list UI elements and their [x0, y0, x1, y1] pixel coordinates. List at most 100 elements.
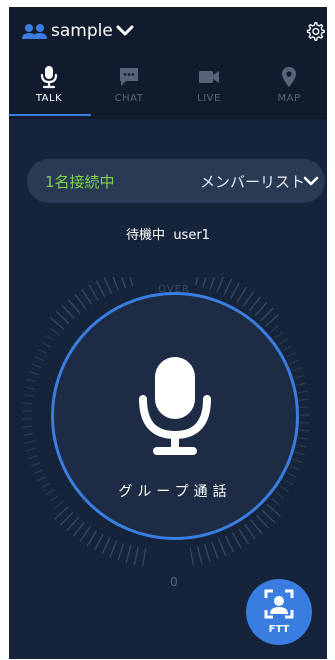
dial-tick	[26, 447, 37, 452]
ftt-button[interactable]: FTT	[246, 579, 312, 645]
chevron-down-icon[interactable]	[303, 175, 319, 188]
tab-map[interactable]: MAP	[249, 57, 327, 119]
dial-tick	[216, 277, 224, 293]
dial-tick	[286, 352, 296, 358]
tab-talk[interactable]: TALK	[9, 57, 91, 119]
dial-tick	[286, 472, 297, 478]
dial-tick	[45, 488, 55, 496]
dial-tick	[22, 425, 33, 428]
dial-tick	[296, 444, 307, 448]
video-camera-icon	[199, 71, 219, 83]
status-state: 待機中	[126, 228, 166, 243]
dial-tick	[238, 528, 249, 545]
dial-tick	[202, 277, 207, 288]
dial-tick	[225, 535, 235, 553]
tab-chat-label: CHAT	[114, 93, 144, 104]
dial-tick	[294, 451, 305, 456]
dial-tick	[248, 296, 261, 312]
dial-tick	[38, 348, 48, 355]
dial-tick	[95, 280, 106, 298]
dial-tick	[112, 277, 119, 291]
tab-talk-label: TALK	[35, 93, 63, 104]
dial-tick	[66, 517, 79, 532]
dial-tick	[26, 378, 37, 383]
microphone-icon	[139, 357, 211, 455]
dial-tick	[31, 363, 42, 369]
dial-tick	[299, 406, 310, 409]
dial-tick	[298, 436, 309, 440]
dial-zero-label: 0	[170, 575, 178, 589]
dial-tick	[282, 345, 292, 352]
dial-tick	[292, 367, 302, 372]
dial-tick	[54, 500, 64, 509]
tab-bar: TALK CHAT LIVE MAP	[9, 57, 327, 119]
dial-tick	[117, 542, 125, 561]
tab-live-label: LIVE	[197, 93, 221, 104]
dial-tick	[290, 465, 300, 471]
dial-tick	[292, 458, 303, 463]
group-name[interactable]: sample	[51, 20, 113, 42]
dial-tick	[23, 433, 34, 436]
dial-tick	[49, 317, 65, 330]
dial-tick	[28, 455, 39, 460]
dial-tick	[278, 338, 288, 345]
microphone-icon	[40, 66, 58, 89]
member-list-toggle[interactable]: メンバーリスト	[200, 171, 305, 192]
dial-tick	[121, 277, 127, 289]
dial-tick	[294, 374, 305, 379]
dial-tick	[46, 334, 56, 342]
dial-tick	[79, 526, 91, 542]
dial-tick	[94, 534, 104, 551]
dial-tick	[218, 538, 227, 556]
dial-tick	[72, 521, 85, 537]
dial-tick	[133, 546, 139, 565]
tab-live[interactable]: LIVE	[169, 57, 249, 119]
dial-tick	[109, 540, 118, 558]
ftt-label: FTT	[268, 624, 290, 635]
dial-tick	[211, 541, 219, 560]
dial-tick	[61, 304, 75, 319]
app-header: sample	[9, 7, 327, 57]
dial-tick	[101, 537, 111, 555]
dial-tick	[204, 544, 211, 562]
dial-tick	[244, 524, 256, 540]
status-user: user1	[173, 228, 210, 243]
dial-tick	[40, 482, 51, 489]
dial-tick	[74, 293, 87, 310]
dial-tick	[289, 359, 299, 365]
chevron-down-icon[interactable]	[116, 23, 134, 39]
dial-tick	[81, 289, 93, 305]
active-tab-indicator	[9, 114, 91, 116]
dial-tick	[54, 506, 69, 520]
dial-tick	[236, 286, 248, 303]
dial-tick	[50, 328, 60, 336]
dial-tick	[296, 382, 307, 386]
dial-tick	[230, 282, 240, 299]
face-scan-icon	[264, 589, 294, 619]
gear-icon[interactable]	[305, 21, 325, 41]
dial-tick	[274, 331, 284, 339]
dial-tick	[299, 429, 310, 432]
dial-tick	[103, 277, 113, 294]
group-talk-label: グループ通話	[118, 484, 232, 500]
dial-tick	[88, 284, 99, 301]
dial-tick	[242, 291, 255, 307]
dial-tick	[255, 514, 269, 529]
status-line: 待機中 user1	[9, 224, 327, 243]
dial-tick	[30, 462, 41, 467]
member-bar[interactable]: 1名接続中 メンバーリスト	[27, 159, 325, 203]
dial-tick	[298, 398, 310, 401]
dial-tick	[209, 277, 216, 290]
dial-tick	[24, 386, 35, 390]
chat-icon	[120, 68, 138, 86]
app-screen: sample TALK CHAT LIVE MAP 1名接続中 メンバーリスト …	[9, 7, 327, 659]
dial-tick	[23, 394, 34, 398]
dial-tick	[261, 509, 276, 523]
tab-map-label: MAP	[277, 93, 301, 104]
dial-tick	[189, 547, 195, 566]
group-talk-button[interactable]: グループ通話	[51, 292, 299, 540]
tab-chat[interactable]: CHAT	[89, 57, 169, 119]
dial-tick	[223, 278, 233, 296]
dial-tick	[254, 301, 268, 317]
dial-tick	[266, 503, 281, 517]
